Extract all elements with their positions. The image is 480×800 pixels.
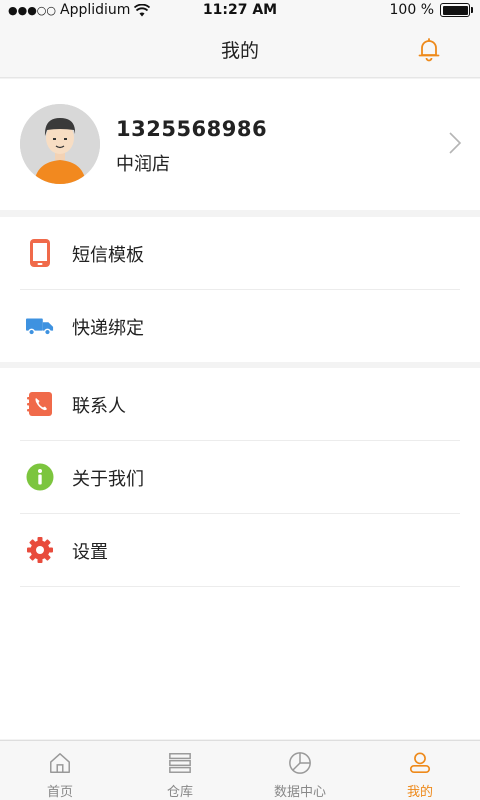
phone-icon [26, 239, 54, 267]
menu-item-express-binding[interactable]: 快递绑定 [0, 290, 480, 363]
tab-home[interactable]: 首页 [0, 741, 120, 800]
menu-item-sms-template[interactable]: 短信模板 [0, 217, 480, 290]
info-icon [26, 463, 54, 491]
menu-item-label: 联系人 [72, 396, 126, 417]
page-title: 我的 [220, 40, 259, 62]
nav-bar: 我的 [0, 22, 480, 78]
battery-group: 100 % [389, 2, 473, 18]
avatar [20, 104, 100, 184]
menu-item-about-us[interactable]: 关于我们 [0, 441, 480, 514]
warehouse-icon [169, 753, 191, 773]
menu-item-label: 短信模板 [72, 245, 144, 266]
truck-icon [26, 312, 54, 340]
home-icon [50, 753, 70, 773]
tab-label: 数据中心 [273, 785, 326, 800]
menu-item-label: 快递绑定 [72, 318, 144, 339]
tab-data-center[interactable]: 数据中心 [240, 741, 360, 800]
tab-bar: 首页 仓库 数据中心 我的 [0, 740, 480, 800]
menu-group-general: 联系人 关于我们 设置 [0, 368, 480, 739]
avatar-illustration [20, 104, 100, 184]
tab-warehouse[interactable]: 仓库 [120, 741, 240, 800]
user-icon [409, 752, 431, 774]
menu-item-contacts[interactable]: 联系人 [0, 368, 480, 441]
status-bar: ●●●○○ Applidium 11:27 AM 100 % [0, 0, 480, 22]
profile-card[interactable]: 1325568986 中润店 [0, 79, 480, 210]
divider [20, 586, 460, 587]
tab-mine[interactable]: 我的 [360, 741, 480, 800]
battery-icon [440, 3, 473, 17]
tab-label: 首页 [46, 785, 73, 800]
store-name: 中润店 [116, 154, 170, 175]
user-phone: 1325568986 [116, 117, 268, 141]
menu-item-settings[interactable]: 设置 [0, 514, 480, 587]
gear-icon [26, 536, 54, 564]
battery-percent: 100 % [389, 2, 434, 18]
tab-label: 仓库 [166, 785, 193, 800]
menu-item-label: 设置 [72, 542, 108, 563]
menu-item-label: 关于我们 [72, 469, 144, 490]
bell-icon[interactable] [416, 36, 442, 62]
contacts-icon [26, 390, 54, 418]
chevron-right-icon [449, 132, 462, 154]
menu-group-services: 短信模板 快递绑定 [0, 217, 480, 362]
tab-label: 我的 [406, 785, 433, 800]
pie-chart-icon [289, 752, 311, 774]
